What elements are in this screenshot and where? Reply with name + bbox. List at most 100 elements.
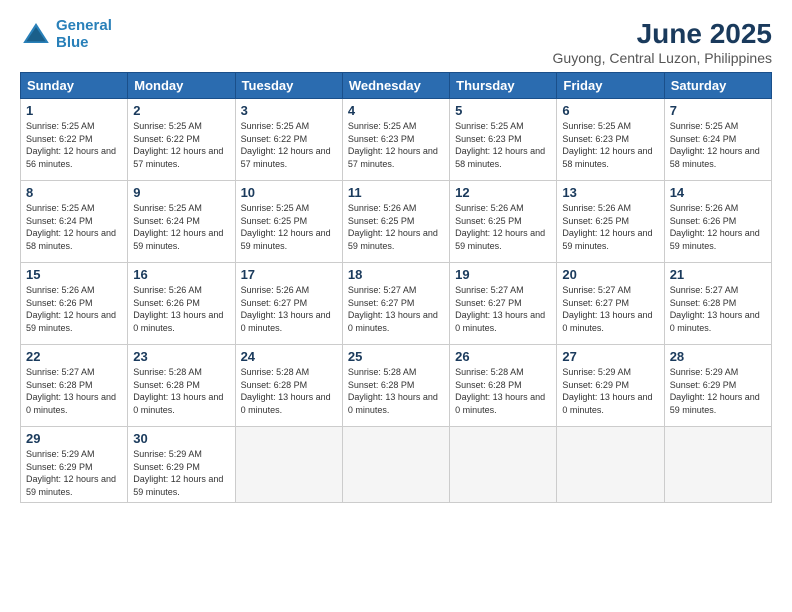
table-row: 19 Sunrise: 5:27 AMSunset: 6:27 PMDayligh…: [450, 263, 557, 345]
day-number: 23: [133, 349, 229, 364]
table-row: 18 Sunrise: 5:27 AMSunset: 6:27 PMDayligh…: [342, 263, 449, 345]
day-number: 5: [455, 103, 551, 118]
col-saturday: Saturday: [664, 73, 771, 99]
table-row: 15 Sunrise: 5:26 AMSunset: 6:26 PMDayligh…: [21, 263, 128, 345]
table-row: 2Sunrise: 5:25 AMSunset: 6:22 PMDaylight…: [128, 99, 235, 181]
cell-content: Sunrise: 5:28 AMSunset: 6:28 PMDaylight:…: [241, 367, 331, 415]
table-row: 16 Sunrise: 5:26 AMSunset: 6:26 PMDayligh…: [128, 263, 235, 345]
cell-content: Sunrise: 5:25 AMSunset: 6:23 PMDaylight:…: [348, 121, 438, 169]
table-row: 28Sunrise: 5:29 AMSunset: 6:29 PMDayligh…: [664, 345, 771, 427]
table-row: 27Sunrise: 5:29 AMSunset: 6:29 PMDayligh…: [557, 345, 664, 427]
day-number: 22: [26, 349, 122, 364]
table-row: [342, 427, 449, 503]
table-row: 5 Sunrise: 5:25 AMSunset: 6:23 PMDaylight…: [450, 99, 557, 181]
day-number: 29: [26, 431, 122, 446]
cell-content: Sunrise: 5:25 AMSunset: 6:24 PMDaylight:…: [670, 121, 760, 169]
col-wednesday: Wednesday: [342, 73, 449, 99]
cell-content: Sunrise: 5:29 AMSunset: 6:29 PMDaylight:…: [133, 449, 223, 497]
day-number: 9: [133, 185, 229, 200]
table-row: 14 Sunrise: 5:26 AMSunset: 6:26 PMDayligh…: [664, 181, 771, 263]
cell-content: Sunrise: 5:28 AMSunset: 6:28 PMDaylight:…: [348, 367, 438, 415]
day-number: 30: [133, 431, 229, 446]
day-number: 6: [562, 103, 658, 118]
table-row: 13 Sunrise: 5:26 AMSunset: 6:25 PMDayligh…: [557, 181, 664, 263]
day-number: 17: [241, 267, 337, 282]
table-row: 1Sunrise: 5:25 AMSunset: 6:22 PMDaylight…: [21, 99, 128, 181]
title-block: June 2025 Guyong, Central Luzon, Philipp…: [553, 18, 772, 66]
table-row: [664, 427, 771, 503]
table-row: [450, 427, 557, 503]
calendar-table: Sunday Monday Tuesday Wednesday Thursday…: [20, 72, 772, 503]
logo-icon: [20, 19, 52, 51]
cell-content: Sunrise: 5:25 AMSunset: 6:23 PMDaylight:…: [455, 121, 545, 169]
day-number: 12: [455, 185, 551, 200]
calendar-week-row: 15 Sunrise: 5:26 AMSunset: 6:26 PMDayligh…: [21, 263, 772, 345]
table-row: [235, 427, 342, 503]
table-row: 17 Sunrise: 5:26 AMSunset: 6:27 PMDayligh…: [235, 263, 342, 345]
cell-content: Sunrise: 5:26 AMSunset: 6:25 PMDaylight:…: [455, 203, 545, 251]
cell-content: Sunrise: 5:27 AMSunset: 6:27 PMDaylight:…: [455, 285, 545, 333]
day-number: 4: [348, 103, 444, 118]
day-number: 27: [562, 349, 658, 364]
table-row: 23 Sunrise: 5:28 AMSunset: 6:28 PMDayligh…: [128, 345, 235, 427]
cell-content: Sunrise: 5:25 AMSunset: 6:22 PMDaylight:…: [26, 121, 116, 169]
cell-content: Sunrise: 5:25 AMSunset: 6:23 PMDaylight:…: [562, 121, 652, 169]
table-row: 20Sunrise: 5:27 AMSunset: 6:27 PMDayligh…: [557, 263, 664, 345]
day-number: 3: [241, 103, 337, 118]
col-tuesday: Tuesday: [235, 73, 342, 99]
cell-content: Sunrise: 5:27 AMSunset: 6:27 PMDaylight:…: [348, 285, 438, 333]
cell-content: Sunrise: 5:27 AMSunset: 6:28 PMDaylight:…: [670, 285, 760, 333]
day-number: 16: [133, 267, 229, 282]
col-friday: Friday: [557, 73, 664, 99]
main-title: June 2025: [553, 18, 772, 50]
cell-content: Sunrise: 5:26 AMSunset: 6:26 PMDaylight:…: [26, 285, 116, 333]
cell-content: Sunrise: 5:25 AMSunset: 6:24 PMDaylight:…: [133, 203, 223, 251]
calendar-header-row: Sunday Monday Tuesday Wednesday Thursday…: [21, 73, 772, 99]
table-row: 24 Sunrise: 5:28 AMSunset: 6:28 PMDayligh…: [235, 345, 342, 427]
day-number: 14: [670, 185, 766, 200]
header: General Blue June 2025 Guyong, Central L…: [20, 18, 772, 66]
cell-content: Sunrise: 5:26 AMSunset: 6:25 PMDaylight:…: [348, 203, 438, 251]
day-number: 26: [455, 349, 551, 364]
calendar-week-row: 1Sunrise: 5:25 AMSunset: 6:22 PMDaylight…: [21, 99, 772, 181]
table-row: 30 Sunrise: 5:29 AMSunset: 6:29 PMDayligh…: [128, 427, 235, 503]
cell-content: Sunrise: 5:26 AMSunset: 6:26 PMDaylight:…: [670, 203, 760, 251]
cell-content: Sunrise: 5:29 AMSunset: 6:29 PMDaylight:…: [670, 367, 760, 415]
subtitle: Guyong, Central Luzon, Philippines: [553, 50, 772, 66]
calendar-week-row: 22Sunrise: 5:27 AMSunset: 6:28 PMDayligh…: [21, 345, 772, 427]
day-number: 21: [670, 267, 766, 282]
table-row: 12 Sunrise: 5:26 AMSunset: 6:25 PMDayligh…: [450, 181, 557, 263]
table-row: 3Sunrise: 5:25 AMSunset: 6:22 PMDaylight…: [235, 99, 342, 181]
day-number: 19: [455, 267, 551, 282]
day-number: 24: [241, 349, 337, 364]
day-number: 18: [348, 267, 444, 282]
calendar-week-row: 29 Sunrise: 5:29 AMSunset: 6:29 PMDayligh…: [21, 427, 772, 503]
table-row: 9 Sunrise: 5:25 AMSunset: 6:24 PMDaylight…: [128, 181, 235, 263]
day-number: 15: [26, 267, 122, 282]
table-row: 29 Sunrise: 5:29 AMSunset: 6:29 PMDayligh…: [21, 427, 128, 503]
table-row: 21 Sunrise: 5:27 AMSunset: 6:28 PMDayligh…: [664, 263, 771, 345]
cell-content: Sunrise: 5:29 AMSunset: 6:29 PMDaylight:…: [26, 449, 116, 497]
cell-content: Sunrise: 5:26 AMSunset: 6:25 PMDaylight:…: [562, 203, 652, 251]
day-number: 13: [562, 185, 658, 200]
cell-content: Sunrise: 5:26 AMSunset: 6:27 PMDaylight:…: [241, 285, 331, 333]
table-row: 8 Sunrise: 5:25 AMSunset: 6:24 PMDaylight…: [21, 181, 128, 263]
table-row: 22Sunrise: 5:27 AMSunset: 6:28 PMDayligh…: [21, 345, 128, 427]
table-row: [557, 427, 664, 503]
col-monday: Monday: [128, 73, 235, 99]
day-number: 11: [348, 185, 444, 200]
cell-content: Sunrise: 5:28 AMSunset: 6:28 PMDaylight:…: [133, 367, 223, 415]
table-row: 25Sunrise: 5:28 AMSunset: 6:28 PMDayligh…: [342, 345, 449, 427]
cell-content: Sunrise: 5:26 AMSunset: 6:26 PMDaylight:…: [133, 285, 223, 333]
table-row: 4 Sunrise: 5:25 AMSunset: 6:23 PMDaylight…: [342, 99, 449, 181]
table-row: 10Sunrise: 5:25 AMSunset: 6:25 PMDayligh…: [235, 181, 342, 263]
day-number: 20: [562, 267, 658, 282]
table-row: 7Sunrise: 5:25 AMSunset: 6:24 PMDaylight…: [664, 99, 771, 181]
day-number: 8: [26, 185, 122, 200]
page: General Blue June 2025 Guyong, Central L…: [0, 0, 792, 612]
logo-text: General Blue: [56, 18, 112, 51]
calendar-week-row: 8 Sunrise: 5:25 AMSunset: 6:24 PMDaylight…: [21, 181, 772, 263]
cell-content: Sunrise: 5:25 AMSunset: 6:25 PMDaylight:…: [241, 203, 331, 251]
table-row: 26Sunrise: 5:28 AMSunset: 6:28 PMDayligh…: [450, 345, 557, 427]
cell-content: Sunrise: 5:25 AMSunset: 6:24 PMDaylight:…: [26, 203, 116, 251]
